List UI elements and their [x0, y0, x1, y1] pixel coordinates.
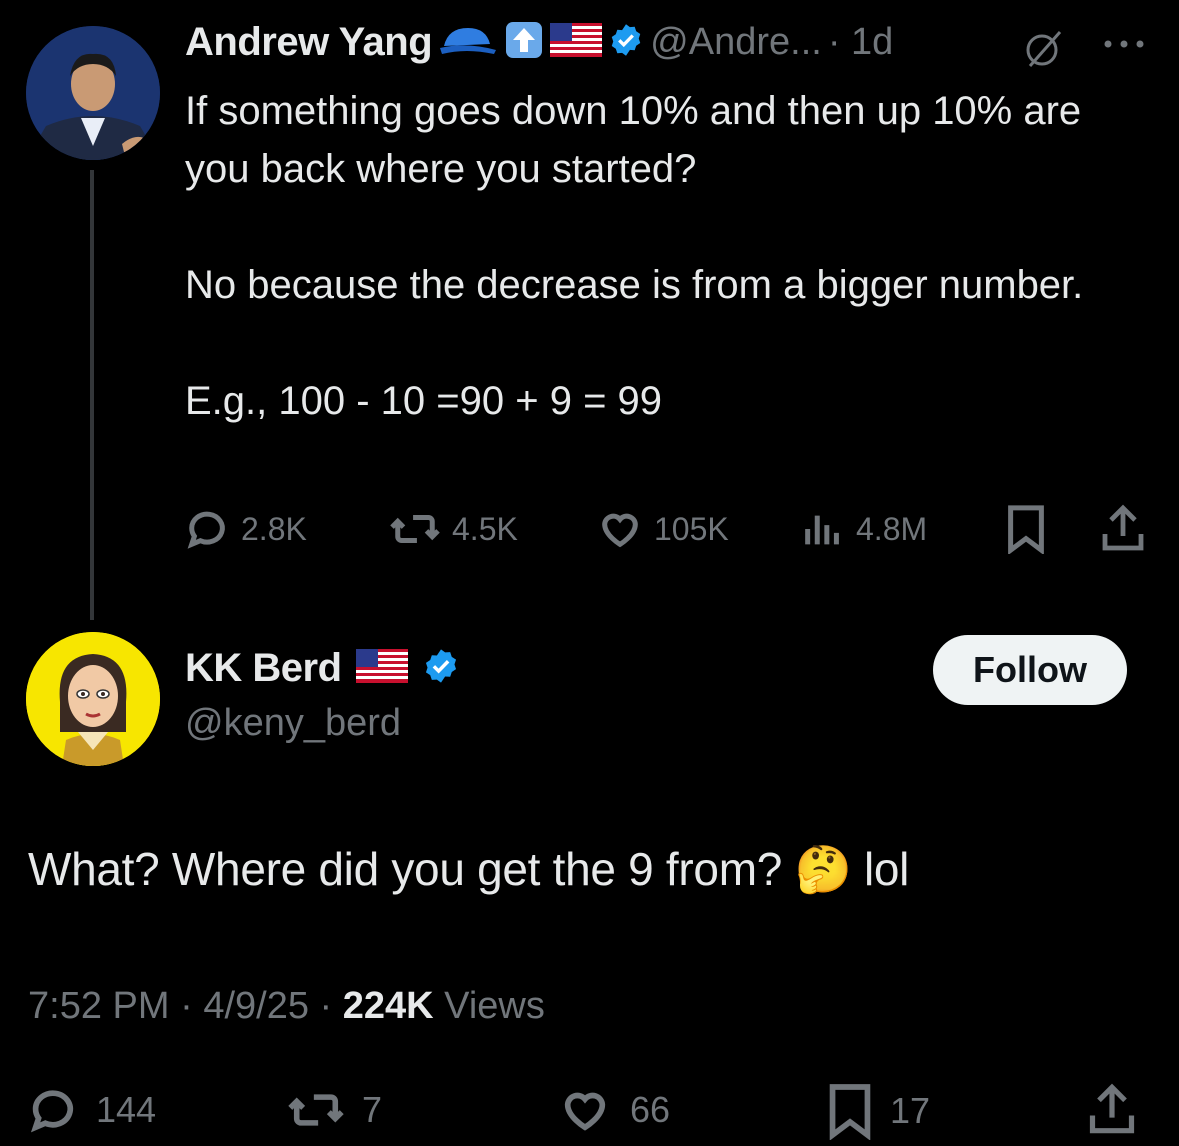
post-paragraph: No because the decrease is from a bigger… — [185, 263, 1084, 307]
post-timestamp[interactable]: 7:52 PM — [28, 985, 170, 1027]
post-header: Andrew Yang @Andre... · 1d — [185, 20, 893, 65]
post-body: If something goes down 10% and then up 1… — [185, 82, 1145, 430]
analytics-icon — [805, 515, 839, 545]
reply-share-button[interactable] — [1086, 1080, 1138, 1143]
repost-count: 4.5K — [452, 510, 518, 547]
reply-text: What? Where did you get the 9 from? 🤔 lo… — [28, 842, 909, 897]
reply-text-suffix: lol — [863, 843, 910, 895]
reply-reply-button[interactable]: 144 — [28, 1084, 156, 1136]
author-name[interactable]: Andrew Yang — [185, 20, 433, 65]
cap-emoji-icon — [438, 20, 498, 65]
reply-author-avatar[interactable] — [26, 632, 160, 766]
reply-author-name[interactable]: KK Berd — [185, 646, 342, 691]
share-button[interactable] — [1098, 502, 1148, 559]
repost-count: 7 — [362, 1089, 383, 1130]
more-options-icon[interactable] — [1100, 34, 1148, 59]
repost-icon — [288, 1094, 344, 1126]
like-count: 66 — [630, 1089, 671, 1130]
reply-text-main: What? Where did you get the 9 from? — [28, 843, 783, 895]
like-count: 105K — [654, 510, 729, 547]
verified-badge-icon — [422, 647, 460, 690]
reply-icon — [30, 1090, 74, 1133]
post-time[interactable]: · 1d — [828, 21, 893, 64]
bookmark-button[interactable] — [1004, 504, 1048, 559]
us-flag-icon — [550, 23, 603, 62]
thread-line — [90, 170, 94, 620]
reply-author-row: KK Berd — [185, 646, 460, 691]
views-total: 224K — [342, 985, 434, 1027]
follow-button[interactable]: Follow — [933, 635, 1127, 705]
grok-icon[interactable] — [1022, 26, 1066, 75]
reply-count: 2.8K — [241, 510, 307, 547]
heart-icon — [564, 1092, 606, 1131]
author-avatar[interactable] — [26, 26, 160, 160]
post-meta: 7:52 PM · 4/9/25 · 224K Views — [28, 985, 545, 1027]
bookmark-count: 17 — [890, 1090, 931, 1131]
share-icon — [1089, 1083, 1135, 1134]
verified-badge-icon — [608, 22, 644, 63]
reply-icon — [187, 511, 225, 549]
views-label: Views — [444, 985, 545, 1027]
share-icon — [1102, 504, 1144, 551]
reply-repost-button[interactable]: 7 — [286, 1084, 382, 1136]
post-paragraph: If something goes down 10% and then up 1… — [185, 89, 1082, 191]
like-button[interactable]: 105K — [596, 506, 729, 552]
up-arrow-emoji-icon — [504, 20, 544, 65]
post-paragraph: E.g., 100 - 10 =90 + 9 = 99 — [185, 379, 663, 423]
views-count: 4.8M — [856, 510, 928, 547]
bookmark-icon — [829, 1084, 871, 1140]
heart-icon — [602, 513, 638, 548]
reply-bookmark-button[interactable]: 17 — [826, 1082, 930, 1140]
thinking-face-emoji-icon: 🤔 — [794, 842, 852, 896]
post-date[interactable]: 4/9/25 — [203, 985, 309, 1027]
views-button[interactable]: 4.8M — [800, 506, 927, 552]
reply-count: 144 — [96, 1089, 157, 1130]
bookmark-icon — [1008, 505, 1044, 556]
author-handle[interactable]: @Andre... — [650, 21, 822, 64]
reply-button[interactable]: 2.8K — [185, 506, 307, 552]
us-flag-icon — [355, 649, 408, 688]
reply-like-button[interactable]: 66 — [556, 1084, 670, 1136]
reply-author-handle[interactable]: @keny_berd — [185, 702, 401, 745]
repost-icon — [390, 515, 440, 543]
repost-button[interactable]: 4.5K — [388, 506, 518, 552]
